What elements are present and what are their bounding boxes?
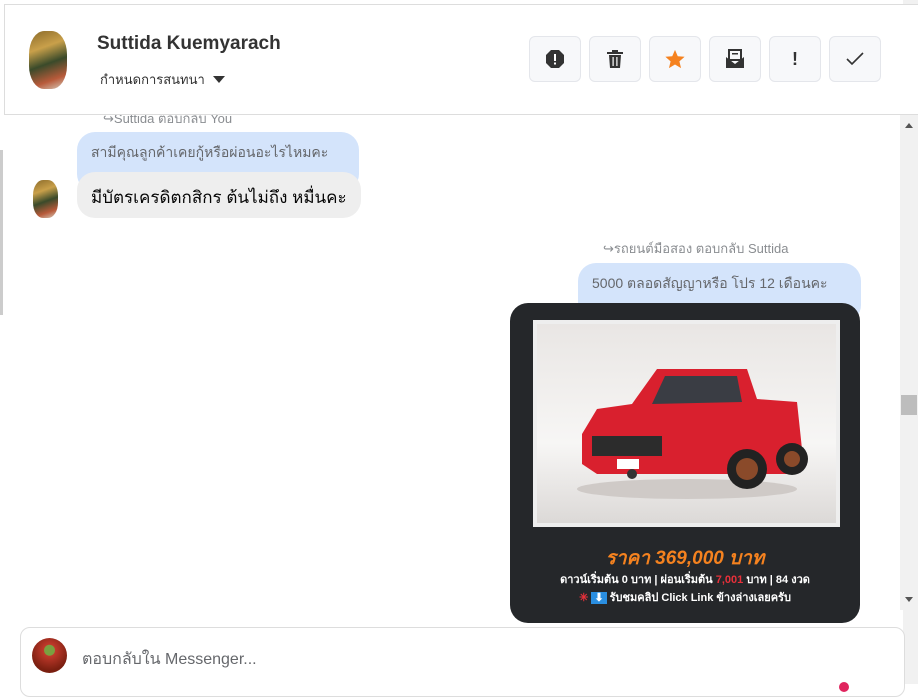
asterisk-icon: ✳ [579,592,589,604]
scroll-thumb[interactable] [901,395,917,415]
exclamation-icon: ! [792,48,798,69]
scroll-up-icon[interactable] [905,123,913,128]
message-text: มีบัตรเครดิตกสิกร ต้นไม่ถึง หมื่นคะ [91,188,347,207]
reply-meta-text: Suttida ตอบกลับ You [113,115,233,126]
quoted-text: สามีคุณลูกค้าเคยกู้หรือผ่อนอะไรไหมคะ [91,144,329,160]
star-button[interactable] [649,36,701,82]
reply-input[interactable]: ตอบกลับใน Messenger... [82,647,257,672]
ad-clip-line: ✳ ⬇ รับชมคลิป Click Link ข้างล่างเลยครับ [510,588,860,606]
contact-avatar[interactable] [29,31,67,89]
quoted-text: 5000 ตลอดสัญญาหรือ โปร 12 เดือนคะ [592,275,828,291]
message-bubble: มีบัตรเครดิตกสิกร ต้นไม่ถึง หมื่นคะ [77,172,361,218]
envelope-open-icon [726,49,744,68]
car-photo [533,320,840,527]
reply-meta: ↪รถยนต์มือสอง ตอบกลับ Suttida [603,241,789,256]
caret-down-icon [212,76,225,83]
scroll-down-icon[interactable] [905,597,913,602]
car-ad-image[interactable]: ราคา 369,000 บาท ดาวน์เริ่มต้น 0 บาท | ผ… [510,303,860,623]
reply-meta-text: รถยนต์มือสอง ตอบกลับ Suttida [613,241,789,256]
spam-button[interactable] [529,36,581,82]
reply-composer[interactable]: ตอบกลับใน Messenger... [20,627,905,697]
page-avatar [32,638,67,673]
important-button[interactable]: ! [769,36,821,82]
assign-label: กำหนดการสนทนา [100,72,205,87]
star-icon [665,49,685,69]
ad-terms-a: ดาวน์เริ่มต้น 0 บาท | ผ่อนเริ่มต้น [560,574,716,586]
delete-button[interactable] [589,36,641,82]
trash-icon [607,50,623,68]
reply-meta: ↪Suttida ตอบกลับ You [103,115,232,129]
mark-unread-button[interactable] [709,36,761,82]
ad-terms-c: บาท | 84 งวด [743,574,810,586]
contact-name: Suttida Kuemyarach [97,33,281,54]
octagon-alert-icon [546,50,564,68]
assign-conversation-dropdown[interactable]: กำหนดการสนทนา [100,69,225,90]
done-button[interactable] [829,36,881,82]
ad-terms: ดาวน์เริ่มต้น 0 บาท | ผ่อนเริ่มต้น 7,001… [510,570,860,588]
ad-clip-text: รับชมคลิป Click Link ข้างล่างเลยครับ [609,592,791,604]
ad-terms-installment: 7,001 [715,574,744,586]
ad-price: ราคา 369,000 บาท [605,548,765,569]
left-edge-scrollbar [0,150,3,315]
check-icon [846,52,864,66]
sender-avatar [33,180,58,218]
down-arrow-icon: ⬇ [591,592,607,604]
chat-scrollbar[interactable] [900,115,918,610]
